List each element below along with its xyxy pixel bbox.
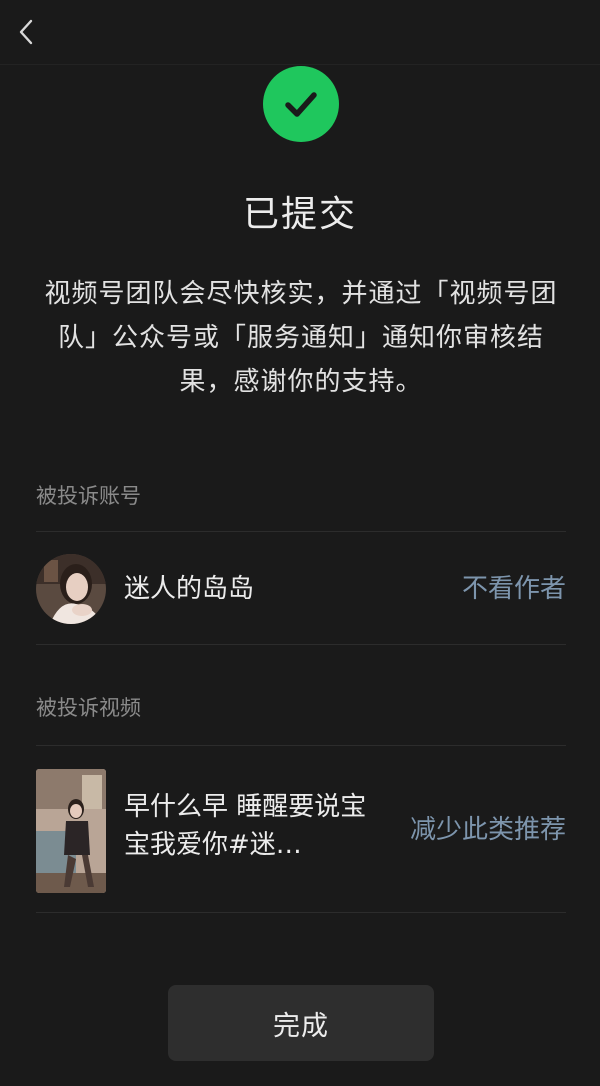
reported-account-label: 被投诉账号 <box>36 484 141 508</box>
chevron-left-icon <box>19 19 33 45</box>
avatar <box>36 554 106 624</box>
page-title: 已提交 <box>242 194 357 235</box>
divider <box>36 644 566 645</box>
reduce-recommendation-link[interactable]: 减少此类推荐 <box>410 810 566 850</box>
divider <box>36 531 566 532</box>
video-title: 早什么早 睡醒要说宝宝我爱你#迷… <box>124 792 367 860</box>
account-name: 迷人的岛岛 <box>124 574 255 604</box>
reported-video-row: 早什么早 睡醒要说宝宝我爱你#迷… 减少此类推荐 <box>36 760 566 900</box>
checkmark-icon <box>285 92 317 117</box>
check-circle-icon <box>263 66 339 142</box>
top-bar <box>0 0 600 65</box>
divider <box>36 745 566 746</box>
done-button[interactable]: 完成 <box>168 985 434 1061</box>
status-description: 视频号团队会尽快核实，并通过「视频号团队」公众号或「服务通知」通知你审核结果，感… <box>44 279 558 397</box>
divider <box>36 912 566 913</box>
reported-account-row: 迷人的岛岛 不看作者 <box>36 545 566 633</box>
video-thumbnail <box>36 769 106 893</box>
reported-video-label: 被投诉视频 <box>36 696 141 720</box>
unfollow-author-link[interactable]: 不看作者 <box>462 569 566 609</box>
back-button[interactable] <box>10 16 42 48</box>
